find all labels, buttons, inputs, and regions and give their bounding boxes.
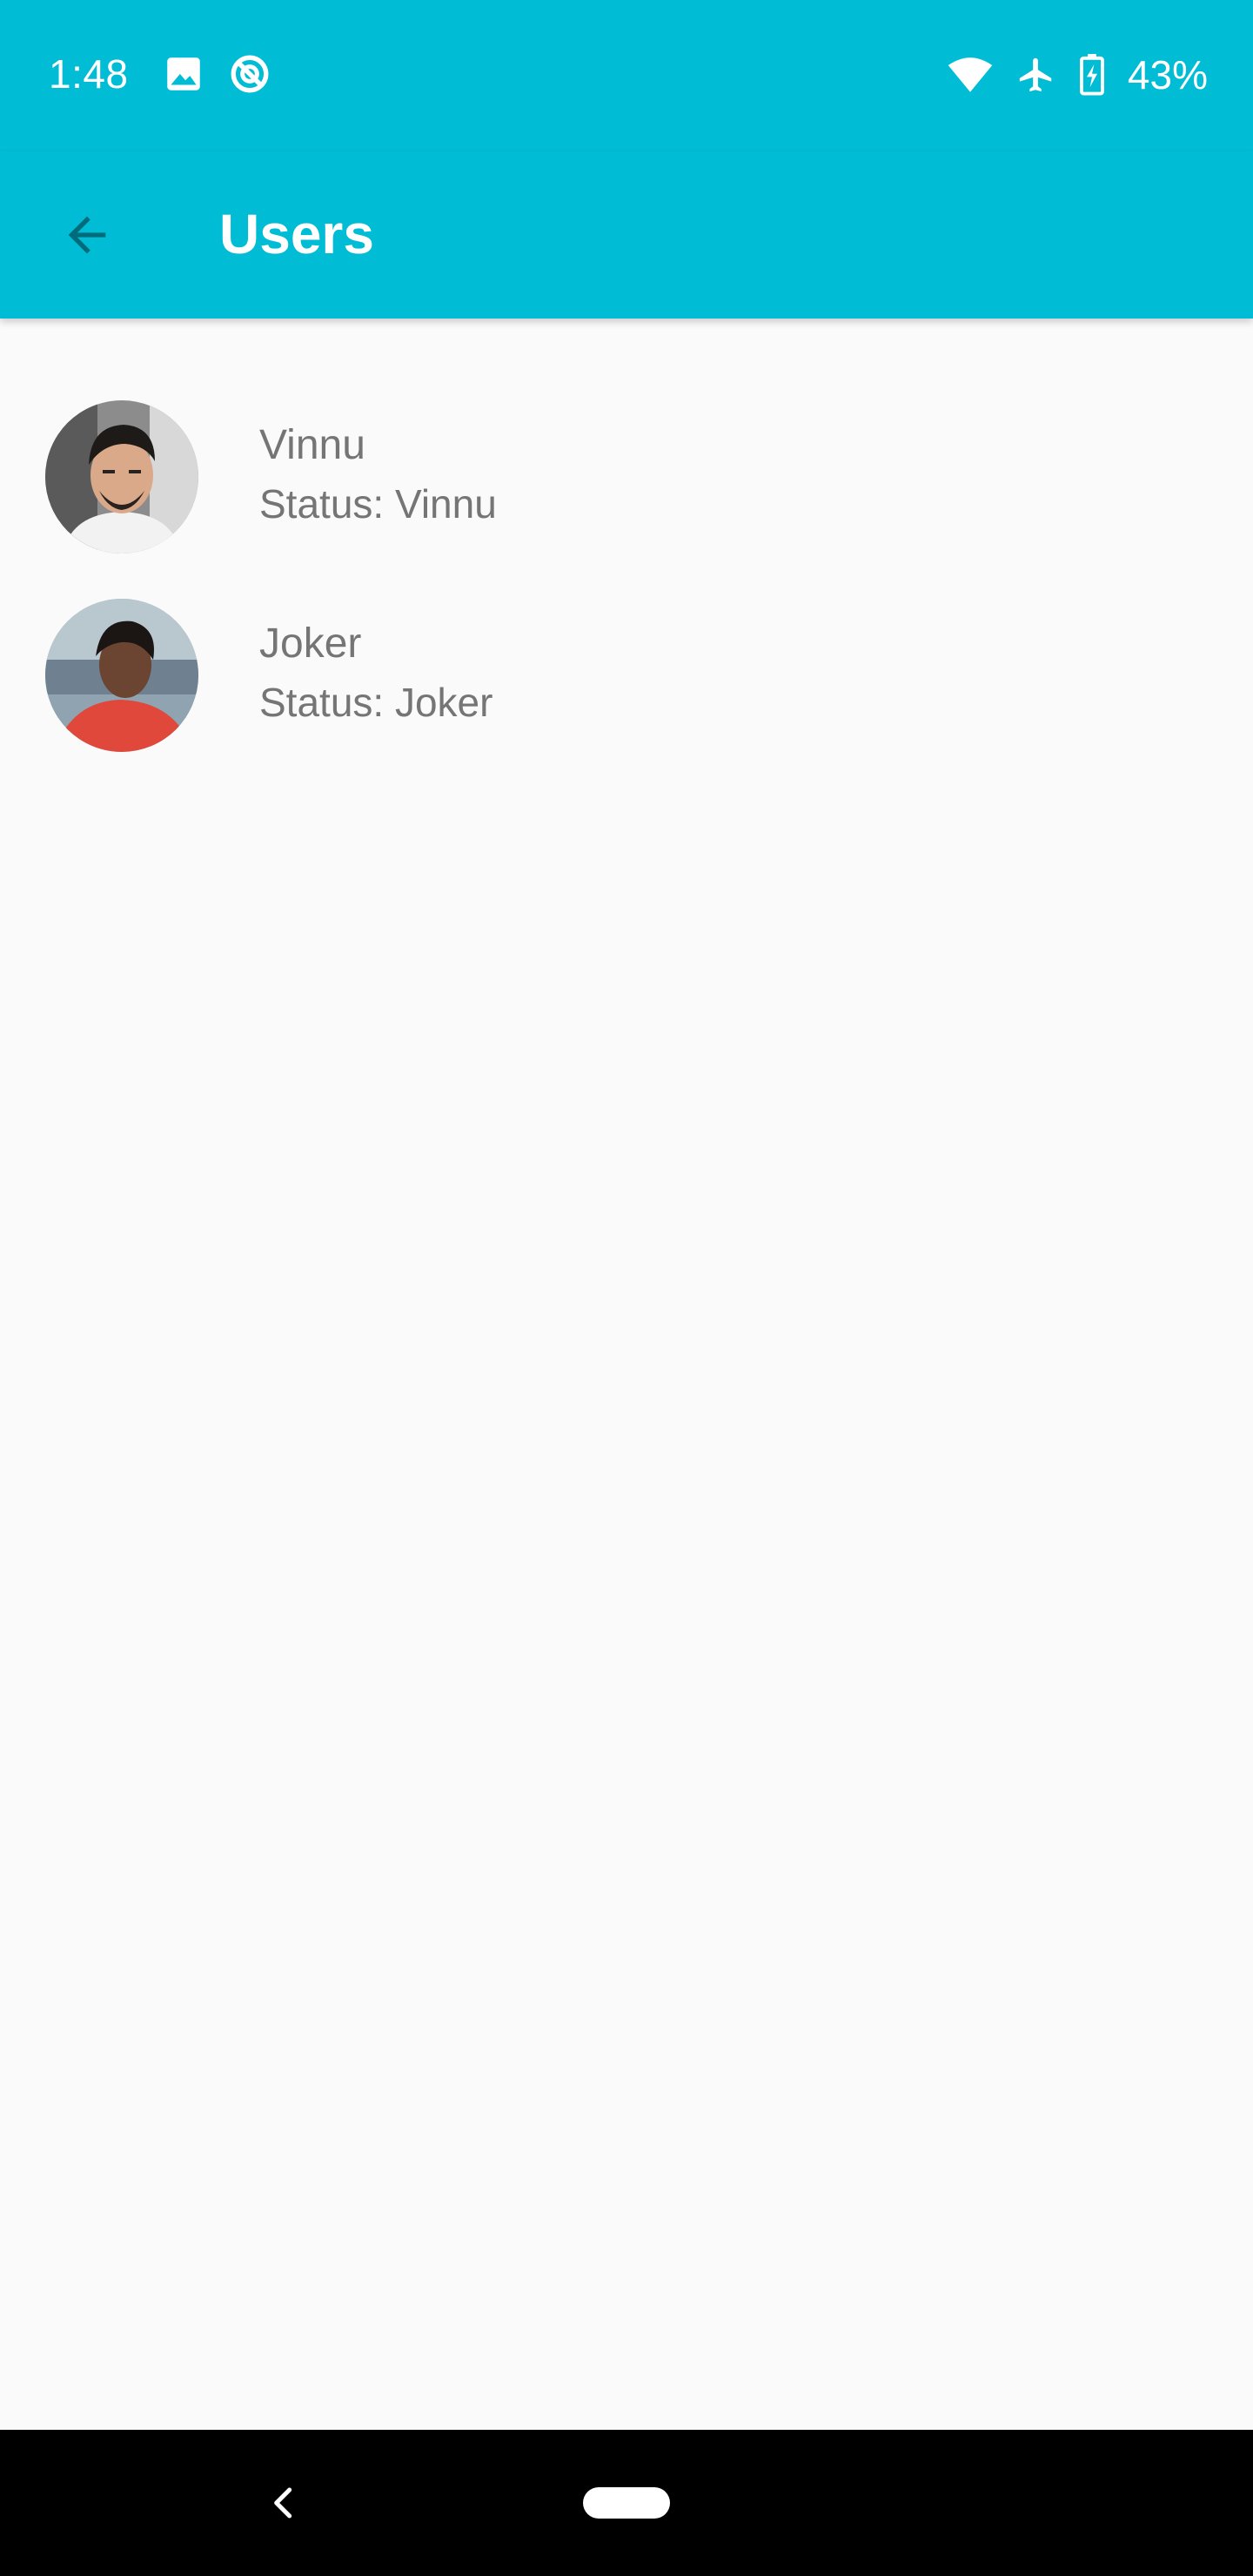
back-button[interactable]: [42, 190, 132, 280]
nav-back-button[interactable]: [249, 2468, 318, 2538]
status-time: 1:48: [49, 51, 129, 97]
user-list: Vinnu Status: Vinnu Joker Status: Joker: [0, 383, 1253, 780]
battery-percent: 43%: [1127, 52, 1208, 97]
airplane-icon: [1016, 55, 1056, 95]
navigation-bar: [0, 2430, 1253, 2576]
app-bar: Users: [0, 151, 1253, 319]
user-name: Joker: [259, 621, 362, 667]
page-title: Users: [219, 203, 374, 265]
status-right-icons: 43%: [947, 50, 1208, 99]
screen: 1:48 43% Users Vinnu Status: Vinnu Joker…: [0, 0, 1253, 2576]
battery-charging-icon: [1079, 54, 1105, 96]
user-name: Vinnu: [259, 422, 365, 468]
status-bar: 1:48 43%: [0, 0, 1253, 151]
wifi-icon: [947, 56, 994, 94]
nav-back-icon: [274, 2487, 292, 2519]
user-status: Status: Vinnu: [259, 481, 497, 527]
sync-disabled-icon: [228, 52, 271, 96]
list-item[interactable]: Vinnu Status: Vinnu: [0, 383, 1253, 581]
arrow-back-icon: [68, 216, 106, 254]
user-status: Status: Joker: [259, 680, 493, 725]
avatar: [45, 400, 198, 553]
avatar: [45, 599, 198, 752]
list-item[interactable]: Joker Status: Joker: [0, 581, 1253, 780]
image-icon: [162, 52, 205, 96]
home-pill-icon[interactable]: [583, 2487, 670, 2519]
